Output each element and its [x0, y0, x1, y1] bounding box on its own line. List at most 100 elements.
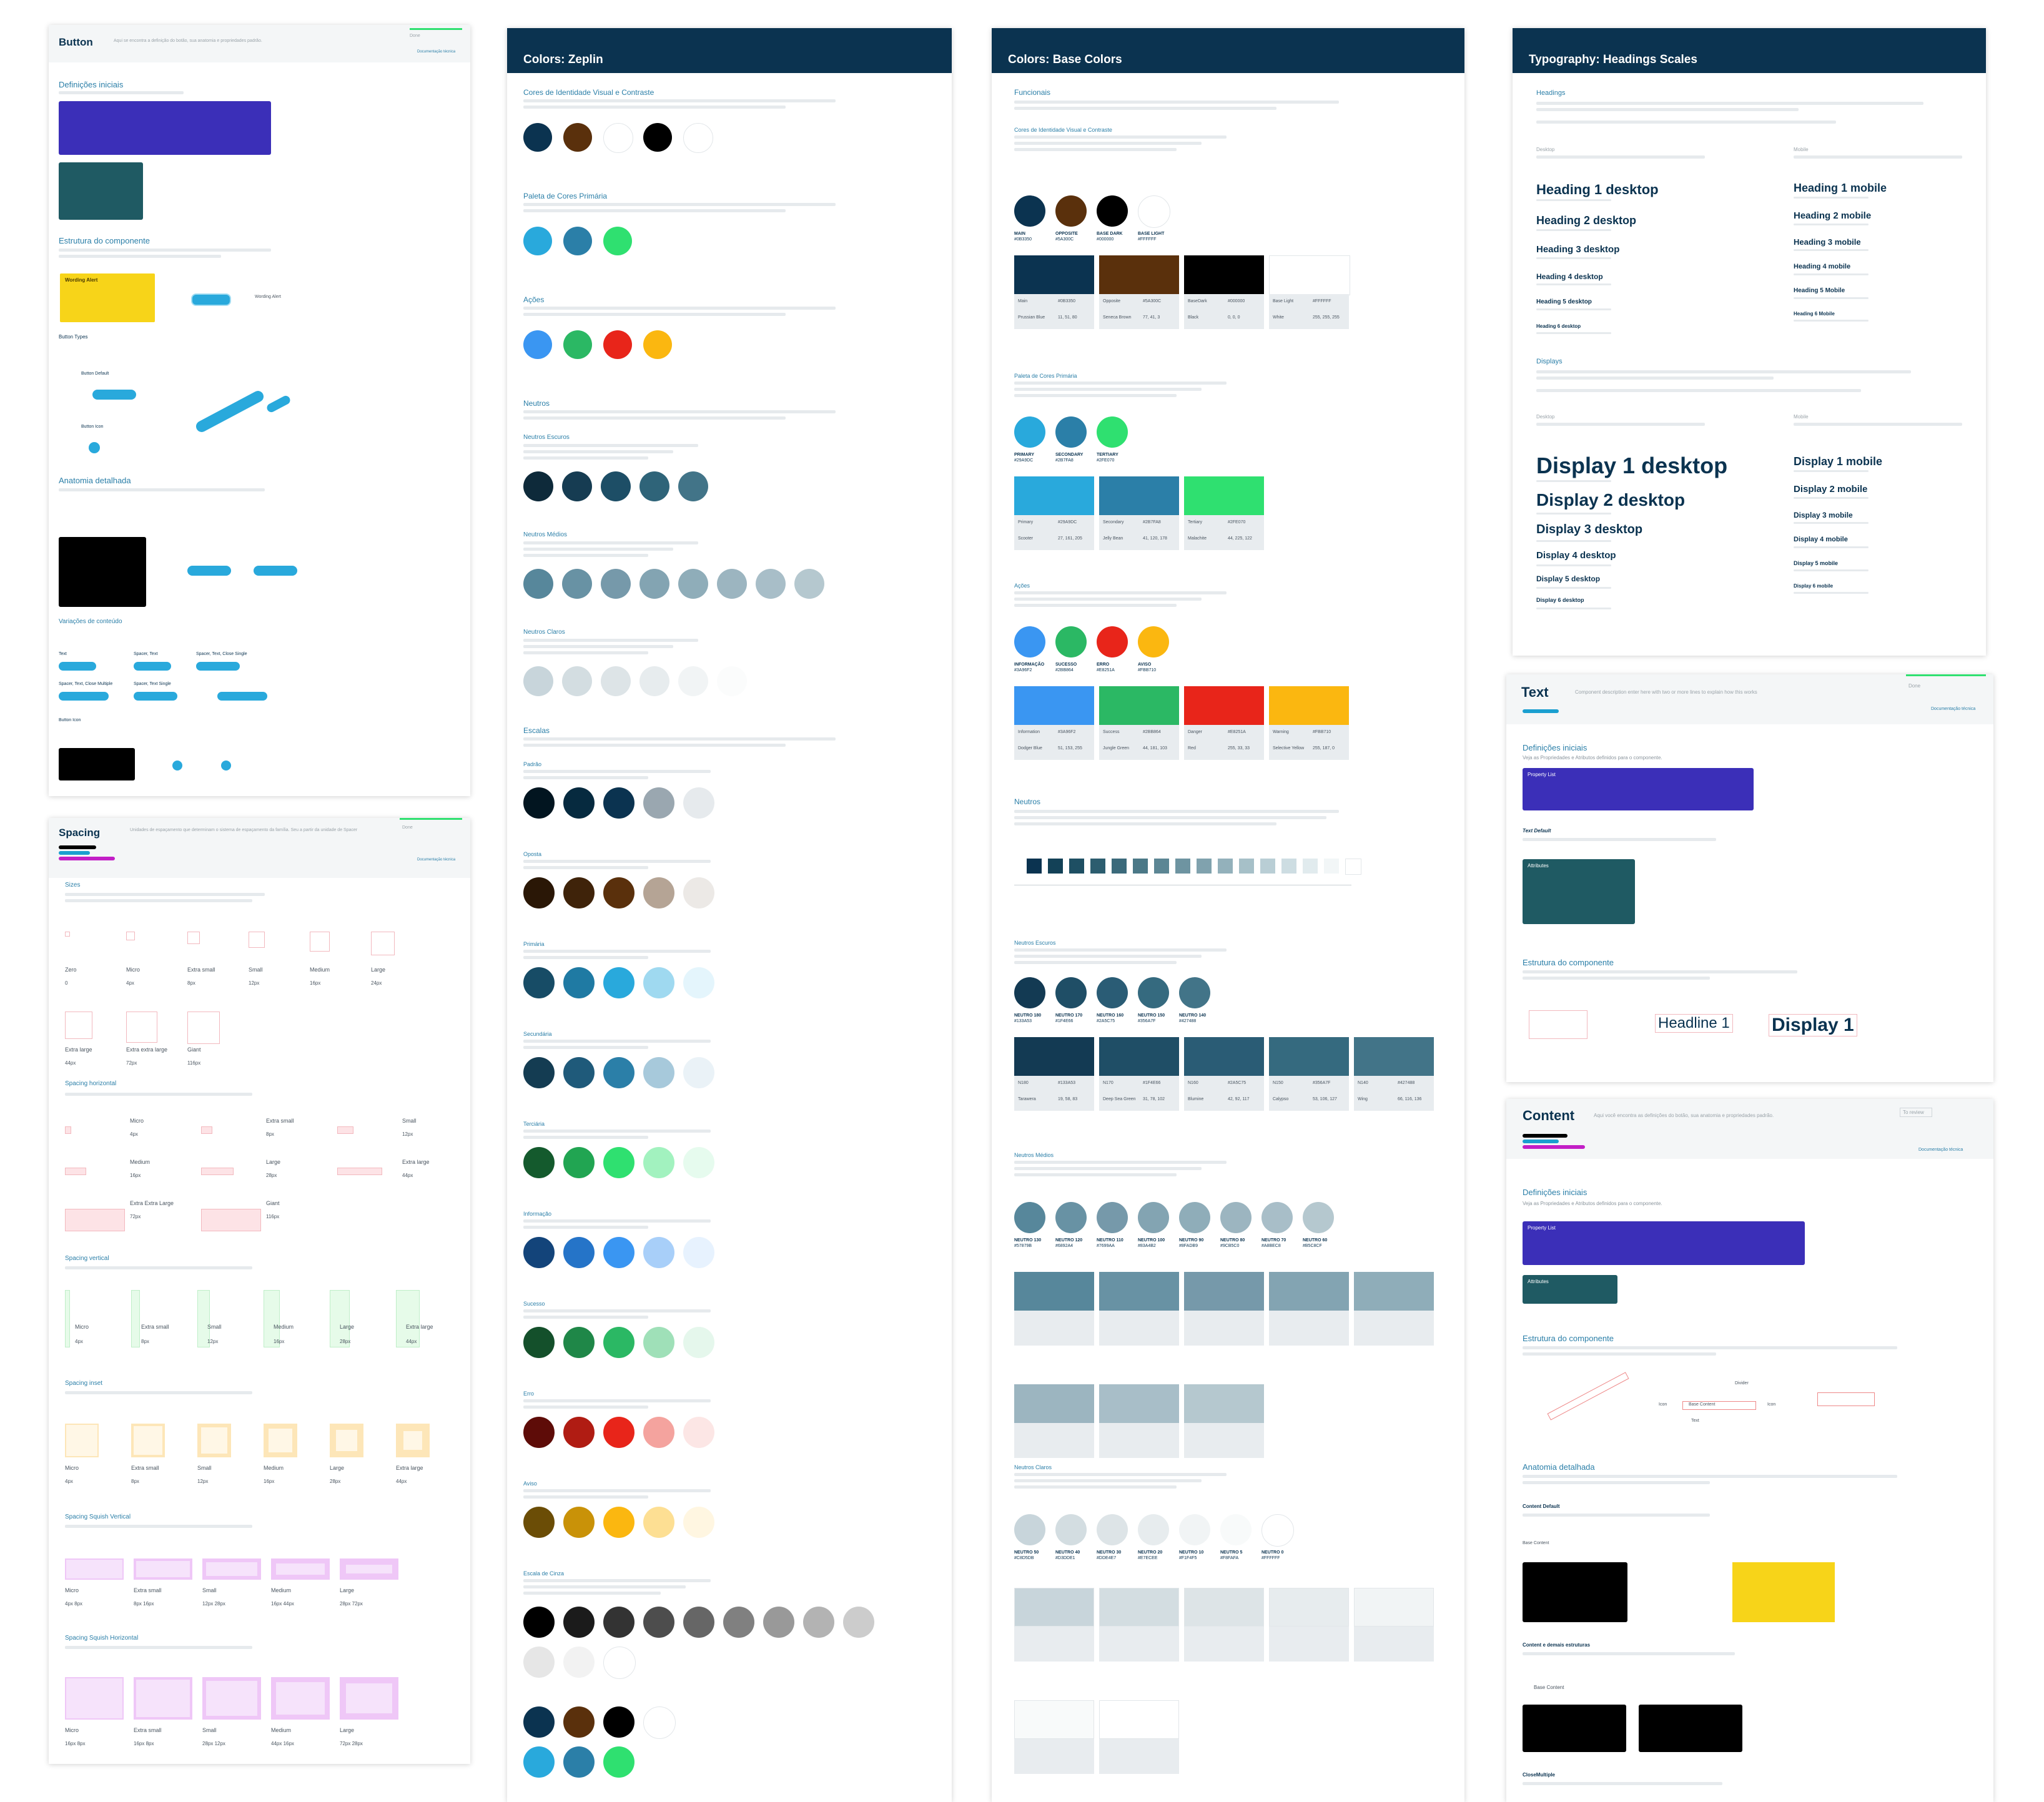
- color-card: [1269, 255, 1350, 295]
- spacing-sample: [65, 1209, 125, 1231]
- display-meta: [1794, 546, 1869, 548]
- spacing-sample: [330, 1424, 363, 1457]
- text-line: [523, 203, 836, 206]
- spacing-sample: [65, 1012, 92, 1039]
- text-line: [65, 899, 252, 902]
- swatch-name: NEUTRO 60: [1303, 1238, 1328, 1243]
- color-card-info: [1354, 1627, 1434, 1662]
- ramp-swatch: [1048, 859, 1063, 874]
- card-name: Base Light: [1273, 299, 1294, 303]
- color-swatch: [1138, 626, 1169, 657]
- icon-code: [59, 748, 135, 780]
- color-swatch: [643, 1507, 674, 1538]
- card-value: #0B3350: [1058, 299, 1076, 303]
- spacing-name: Large: [266, 1159, 281, 1165]
- text-line: [59, 255, 221, 258]
- swatch-name: NEUTRO 120: [1055, 1238, 1083, 1243]
- color-swatch: [523, 330, 552, 359]
- text-line: [523, 99, 836, 102]
- color-card: [1014, 686, 1094, 725]
- section-inset: Spacing inset: [65, 1380, 103, 1387]
- spacing-header: Spacing Unidades de espaçamento que dete…: [49, 818, 470, 878]
- swatch-name: NEUTRO 10: [1179, 1550, 1204, 1555]
- display-meta: [1536, 513, 1611, 515]
- heading-meta: [1536, 229, 1611, 231]
- text-line: [523, 737, 836, 741]
- text-line: [523, 313, 786, 316]
- text-line: [523, 776, 648, 779]
- color-swatch: [683, 967, 714, 998]
- text-line: [1014, 148, 1177, 151]
- color-swatch: [523, 1647, 555, 1678]
- spacing-name: Micro: [65, 1465, 79, 1471]
- card-alias: Scooter: [1018, 536, 1034, 541]
- color-swatch: [603, 787, 634, 819]
- color-card: [1099, 476, 1179, 515]
- color-swatch: [563, 787, 595, 819]
- typography-board: Typography: Headings Scales Headings Des…: [1513, 28, 1986, 656]
- spacing-sample: [65, 1558, 124, 1580]
- spacing-value: 72px: [126, 1060, 137, 1066]
- heading-meta: [1794, 297, 1869, 299]
- display-meta: [1536, 587, 1611, 589]
- color-swatch: [683, 1507, 714, 1538]
- color-swatch: [1055, 977, 1087, 1008]
- spacing-value: 8px: [131, 1479, 139, 1484]
- spacing-value: 16px: [310, 980, 321, 986]
- text-line: [523, 744, 786, 747]
- display-sample: Display 2 desktop: [1536, 490, 1686, 510]
- spacing-value: 4px: [126, 980, 134, 986]
- doc-link[interactable]: Documentação técnica: [1918, 1148, 1963, 1152]
- spacing-value: 44px: [406, 1339, 417, 1344]
- color-card-info: [1014, 1627, 1094, 1662]
- button-rotated-sample: [194, 388, 266, 435]
- text-line: [523, 950, 711, 953]
- text-line: [1523, 1481, 1710, 1484]
- text-line: [523, 1226, 648, 1229]
- text-line: [523, 1406, 648, 1409]
- heading-sample: Heading 3 desktop: [1536, 244, 1620, 255]
- spacing-value: 8px: [187, 980, 195, 986]
- color-card: [1099, 1700, 1179, 1739]
- spacing-sample: [340, 1677, 398, 1720]
- swatch-name: BASE DARK: [1097, 232, 1123, 236]
- spacing-sample: [65, 1168, 86, 1175]
- swatch-name: INFORMAÇÃO: [1014, 662, 1045, 667]
- color-swatch: [643, 123, 672, 152]
- doc-link[interactable]: Documentação técnica: [417, 50, 455, 54]
- color-swatch: [603, 123, 633, 153]
- swatch-name: NEUTRO 100: [1138, 1238, 1165, 1243]
- display-meta: [1794, 569, 1869, 571]
- subsection-title: Informação: [523, 1211, 552, 1217]
- text-line: [1014, 1479, 1202, 1482]
- text-line: [65, 1266, 252, 1269]
- text-line: [1536, 377, 1774, 380]
- ramp-swatch: [1069, 859, 1084, 874]
- subsection-title: Terciária: [523, 1121, 545, 1127]
- spacing-value: 28px 12px: [202, 1741, 225, 1746]
- display-meta: [1536, 564, 1611, 566]
- spacing-value: 8px 16px: [134, 1601, 154, 1607]
- color-swatch: [563, 877, 595, 908]
- color-swatch: [1097, 416, 1128, 448]
- display-sample: Display 5 mobile: [1794, 560, 1839, 566]
- spacing-name: Small: [207, 1324, 222, 1330]
- anatomy-button-sample-2: [254, 566, 297, 576]
- card-name: Warning: [1273, 730, 1289, 734]
- spacing-value: 16px 8px: [134, 1741, 154, 1746]
- doc-link[interactable]: Documentação técnica: [417, 858, 455, 862]
- color-swatch: [1138, 977, 1169, 1008]
- color-card: [1184, 1384, 1264, 1423]
- spacing-value: 8px: [141, 1339, 149, 1344]
- spacing-sample: [310, 932, 330, 952]
- doc-link[interactable]: Documentação técnica: [1931, 707, 1975, 711]
- swatch-hex: #F1F4F5: [1179, 1556, 1197, 1560]
- color-swatch: [717, 569, 747, 599]
- spacing-name: Small: [197, 1465, 212, 1471]
- spacing-name: Micro: [126, 967, 140, 973]
- ramp-swatch: [1324, 859, 1339, 874]
- page-title: Spacing: [59, 827, 101, 839]
- swatch-hex: #5A300C: [1055, 237, 1074, 242]
- display-sample: Display 3 desktop: [1536, 523, 1643, 536]
- color-card: [1184, 686, 1264, 725]
